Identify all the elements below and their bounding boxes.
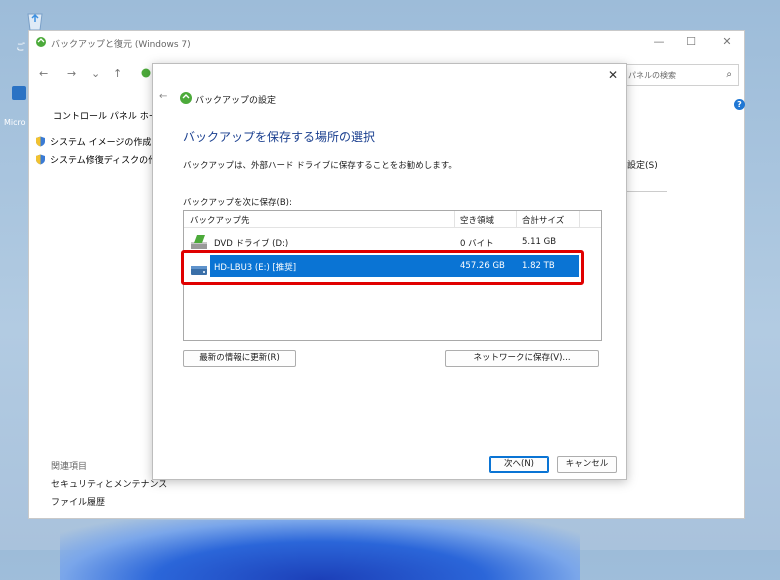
next-button[interactable]: 次へ(N) — [489, 456, 549, 473]
row-free-space: 0 バイト — [460, 239, 494, 249]
column-separator — [454, 211, 455, 228]
minimize-button[interactable]: — — [649, 34, 669, 50]
cancel-button[interactable]: キャンセル — [557, 456, 617, 473]
dialog-close-button[interactable]: ✕ — [608, 68, 618, 82]
page-heading: バックアップを保存する場所の選択 — [183, 130, 376, 144]
wallpaper-bloom — [60, 520, 580, 580]
file-history-link[interactable]: ファイル履歴 — [51, 495, 105, 508]
search-placeholder: パネルの検索 — [628, 71, 676, 80]
recent-locations-icon[interactable]: ⌄ — [91, 67, 100, 80]
up-arrow-icon[interactable]: ↑ — [113, 67, 122, 80]
address-bar-icon[interactable] — [141, 64, 151, 82]
control-panel-home-link[interactable]: コントロール パネル ホーム — [53, 109, 166, 122]
dialog-title: バックアップの設定 — [195, 96, 277, 106]
page-description: バックアップは、外部ハード ドライブに保存することをお勧めします。 — [183, 161, 457, 171]
title-bar: バックアップと復元 (Windows 7) — ☐ ✕ — [29, 31, 744, 53]
maximize-button[interactable]: ☐ — [681, 34, 701, 50]
column-header-free-space[interactable]: 空き領域 — [460, 214, 494, 226]
column-separator — [516, 211, 517, 228]
dialog-back-button[interactable]: ← — [159, 91, 167, 102]
save-to-network-button[interactable]: ネットワークに保存(V)... — [445, 350, 599, 367]
dvd-drive-icon — [191, 235, 207, 249]
row-name: DVD ドライブ (D:) — [214, 239, 289, 249]
uac-shield-icon — [36, 154, 45, 165]
forward-arrow-icon[interactable]: → — [67, 67, 76, 80]
window-title: バックアップと復元 (Windows 7) — [51, 40, 191, 50]
uac-shield-icon — [36, 136, 45, 147]
column-separator — [579, 211, 580, 228]
refresh-button[interactable]: 最新の情報に更新(R) — [183, 350, 296, 367]
backup-setup-icon — [180, 92, 192, 104]
search-icon[interactable]: ⌕ — [726, 69, 732, 80]
recycle-bin-icon[interactable] — [22, 6, 48, 32]
security-maintenance-link[interactable]: セキュリティとメンテナンス — [51, 477, 167, 490]
edge-shortcut-icon[interactable] — [12, 86, 26, 100]
related-heading: 関連項目 — [51, 462, 88, 472]
column-header-total-size[interactable]: 合計サイズ — [522, 214, 564, 226]
selection-highlight-frame — [181, 250, 584, 285]
help-icon[interactable]: ? — [734, 99, 745, 110]
settings-link[interactable]: 設定(S) — [627, 158, 658, 171]
create-repair-disc-label: システム修復ディスクの作成 — [50, 156, 167, 166]
destination-list-label: バックアップを次に保存(B): — [183, 198, 292, 208]
list-header: バックアップ先 空き領域 合計サイズ — [184, 211, 601, 228]
create-system-image-label: システム イメージの作成 — [50, 138, 152, 148]
back-arrow-icon[interactable]: ← — [39, 67, 48, 80]
divider — [627, 191, 667, 192]
column-header-destination[interactable]: バックアップ先 — [190, 214, 250, 226]
close-button[interactable]: ✕ — [717, 34, 737, 50]
recycle-bin-label: ご — [16, 43, 26, 53]
search-box[interactable]: パネルの検索 ⌕ — [623, 64, 739, 86]
backup-restore-icon — [36, 37, 46, 47]
edge-shortcut-label: Micro — [4, 118, 26, 127]
create-system-image-link[interactable]: システム イメージの作成 — [35, 135, 151, 148]
create-repair-disc-link[interactable]: システム修復ディスクの作成 — [35, 153, 166, 166]
row-total-size: 5.11 GB — [522, 237, 557, 247]
